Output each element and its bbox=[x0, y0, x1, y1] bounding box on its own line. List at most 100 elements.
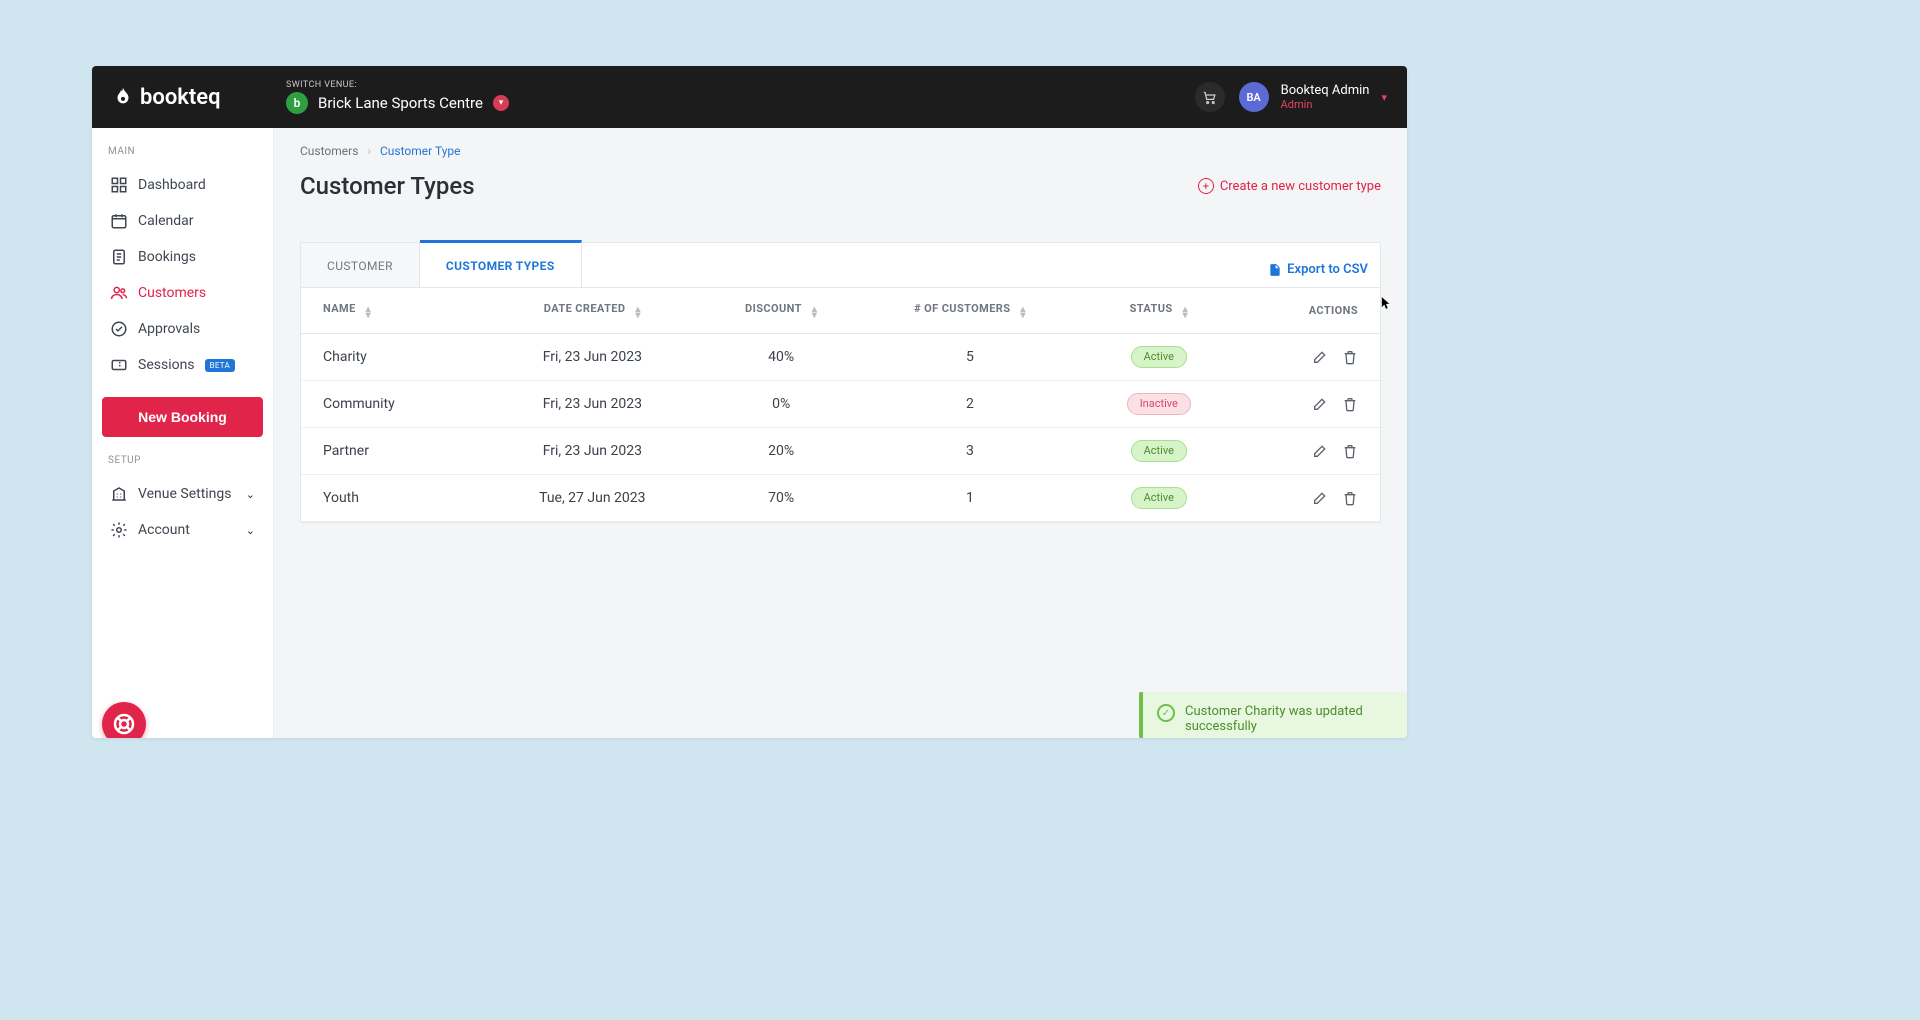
status-badge: Active bbox=[1131, 487, 1187, 509]
brand-name: bookteq bbox=[140, 85, 221, 110]
status-badge: Active bbox=[1131, 346, 1187, 368]
status-badge: Active bbox=[1131, 440, 1187, 462]
venue-name: Brick Lane Sports Centre bbox=[318, 94, 483, 112]
sidebar-item-dashboard[interactable]: Dashboard bbox=[102, 167, 263, 203]
col-status[interactable]: STATUS▴▾ bbox=[1078, 288, 1240, 334]
sidebar-item-venue-settings[interactable]: Venue Settings ⌄ bbox=[102, 476, 263, 512]
file-icon bbox=[1268, 263, 1282, 277]
sidebar-item-customers[interactable]: Customers bbox=[102, 275, 263, 311]
switch-venue-label: SWITCH VENUE: bbox=[286, 80, 509, 90]
export-csv-link[interactable]: Export to CSV bbox=[1256, 262, 1380, 287]
edit-button[interactable] bbox=[1312, 396, 1328, 412]
help-fab[interactable] bbox=[102, 702, 146, 738]
cell-date: Tue, 27 Jun 2023 bbox=[484, 475, 700, 522]
check-circle-icon: ✓ bbox=[1157, 704, 1175, 722]
cell-count: 3 bbox=[862, 428, 1078, 475]
cell-discount: 0% bbox=[700, 381, 862, 428]
customer-types-table: NAME▴▾ DATE CREATED▴▾ DISCOUNT▴▾ # OF CU… bbox=[301, 288, 1380, 522]
flame-icon bbox=[112, 86, 134, 108]
chevron-down-icon: ⌄ bbox=[246, 524, 255, 537]
cell-actions bbox=[1240, 381, 1380, 428]
calendar-icon bbox=[110, 212, 128, 230]
cell-discount: 20% bbox=[700, 428, 862, 475]
tab-customer-types[interactable]: CUSTOMER TYPES bbox=[420, 240, 582, 287]
col-date-created[interactable]: DATE CREATED▴▾ bbox=[484, 288, 700, 334]
cell-count: 5 bbox=[862, 334, 1078, 381]
brand-logo[interactable]: bookteq bbox=[112, 85, 274, 110]
sidebar: MAIN Dashboard Calendar Bookings bbox=[92, 128, 274, 738]
cursor-icon bbox=[1381, 296, 1391, 310]
venue-switcher[interactable]: SWITCH VENUE: b Brick Lane Sports Centre… bbox=[286, 80, 509, 114]
user-menu[interactable]: Bookteq Admin Admin bbox=[1281, 83, 1370, 111]
delete-button[interactable] bbox=[1342, 396, 1358, 412]
user-name: Bookteq Admin bbox=[1281, 83, 1370, 98]
sidebar-item-label: Dashboard bbox=[138, 177, 206, 193]
col-name[interactable]: NAME▴▾ bbox=[301, 288, 484, 334]
delete-button[interactable] bbox=[1342, 490, 1358, 506]
cell-status: Active bbox=[1078, 475, 1240, 522]
col-actions: ACTIONS bbox=[1240, 288, 1380, 334]
cart-button[interactable] bbox=[1195, 82, 1225, 112]
cell-status: Active bbox=[1078, 428, 1240, 475]
sidebar-item-sessions[interactable]: Sessions BETA bbox=[102, 347, 263, 383]
col-discount[interactable]: DISCOUNT▴▾ bbox=[700, 288, 862, 334]
delete-button[interactable] bbox=[1342, 349, 1358, 365]
create-customer-type-link[interactable]: + Create a new customer type bbox=[1198, 178, 1381, 194]
export-csv-label: Export to CSV bbox=[1287, 262, 1368, 277]
sidebar-item-label: Sessions bbox=[138, 357, 195, 373]
sort-icon: ▴▾ bbox=[1183, 307, 1188, 319]
sort-icon: ▴▾ bbox=[812, 307, 817, 319]
cell-actions bbox=[1240, 475, 1380, 522]
user-avatar[interactable]: BA bbox=[1239, 82, 1269, 112]
chevron-down-icon[interactable]: ▾ bbox=[1381, 91, 1387, 104]
cell-name: Community bbox=[301, 381, 484, 428]
page-title: Customer Types bbox=[300, 172, 475, 200]
sidebar-section-main: MAIN bbox=[102, 146, 263, 167]
sidebar-item-account[interactable]: Account ⌄ bbox=[102, 512, 263, 548]
sidebar-item-label: Customers bbox=[138, 285, 206, 301]
sort-icon: ▴▾ bbox=[1020, 307, 1025, 319]
delete-button[interactable] bbox=[1342, 443, 1358, 459]
breadcrumb: Customers › Customer Type bbox=[300, 144, 1381, 158]
edit-button[interactable] bbox=[1312, 349, 1328, 365]
user-role: Admin bbox=[1281, 98, 1370, 111]
cell-date: Fri, 23 Jun 2023 bbox=[484, 428, 700, 475]
app-window: bookteq SWITCH VENUE: b Brick Lane Sport… bbox=[92, 66, 1407, 738]
sidebar-item-approvals[interactable]: Approvals bbox=[102, 311, 263, 347]
sidebar-item-label: Approvals bbox=[138, 321, 200, 337]
table-row: CharityFri, 23 Jun 202340%5Active bbox=[301, 334, 1380, 381]
cell-actions bbox=[1240, 428, 1380, 475]
edit-button[interactable] bbox=[1312, 443, 1328, 459]
sidebar-item-label: Calendar bbox=[138, 213, 194, 229]
breadcrumb-current: Customer Type bbox=[380, 144, 460, 158]
cell-name: Charity bbox=[301, 334, 484, 381]
table-row: CommunityFri, 23 Jun 20230%2Inactive bbox=[301, 381, 1380, 428]
cell-count: 1 bbox=[862, 475, 1078, 522]
table-row: YouthTue, 27 Jun 202370%1Active bbox=[301, 475, 1380, 522]
breadcrumb-root[interactable]: Customers bbox=[300, 144, 358, 158]
check-circle-icon bbox=[110, 320, 128, 338]
sidebar-section-setup: SETUP bbox=[102, 455, 263, 476]
cart-icon bbox=[1202, 90, 1217, 105]
col-num-customers[interactable]: # OF CUSTOMERS▴▾ bbox=[862, 288, 1078, 334]
tab-customer[interactable]: CUSTOMER bbox=[301, 243, 420, 287]
sort-icon: ▴▾ bbox=[635, 307, 640, 319]
cell-date: Fri, 23 Jun 2023 bbox=[484, 334, 700, 381]
table-row: PartnerFri, 23 Jun 202320%3Active bbox=[301, 428, 1380, 475]
main-content: Customers › Customer Type Customer Types… bbox=[274, 128, 1407, 738]
building-icon bbox=[110, 485, 128, 503]
sidebar-item-calendar[interactable]: Calendar bbox=[102, 203, 263, 239]
edit-button[interactable] bbox=[1312, 490, 1328, 506]
status-badge: Inactive bbox=[1127, 393, 1191, 415]
new-booking-button[interactable]: New Booking bbox=[102, 397, 263, 437]
toast-message: Customer Charity was updated successfull… bbox=[1185, 704, 1393, 734]
sidebar-item-bookings[interactable]: Bookings bbox=[102, 239, 263, 275]
sidebar-item-label: Venue Settings bbox=[138, 486, 232, 502]
users-icon bbox=[110, 284, 128, 302]
beta-badge: BETA bbox=[205, 359, 236, 372]
cell-discount: 70% bbox=[700, 475, 862, 522]
sidebar-item-label: Account bbox=[138, 522, 190, 538]
venue-avatar: b bbox=[286, 92, 308, 114]
sidebar-item-label: Bookings bbox=[138, 249, 196, 265]
sort-icon: ▴▾ bbox=[366, 307, 371, 319]
